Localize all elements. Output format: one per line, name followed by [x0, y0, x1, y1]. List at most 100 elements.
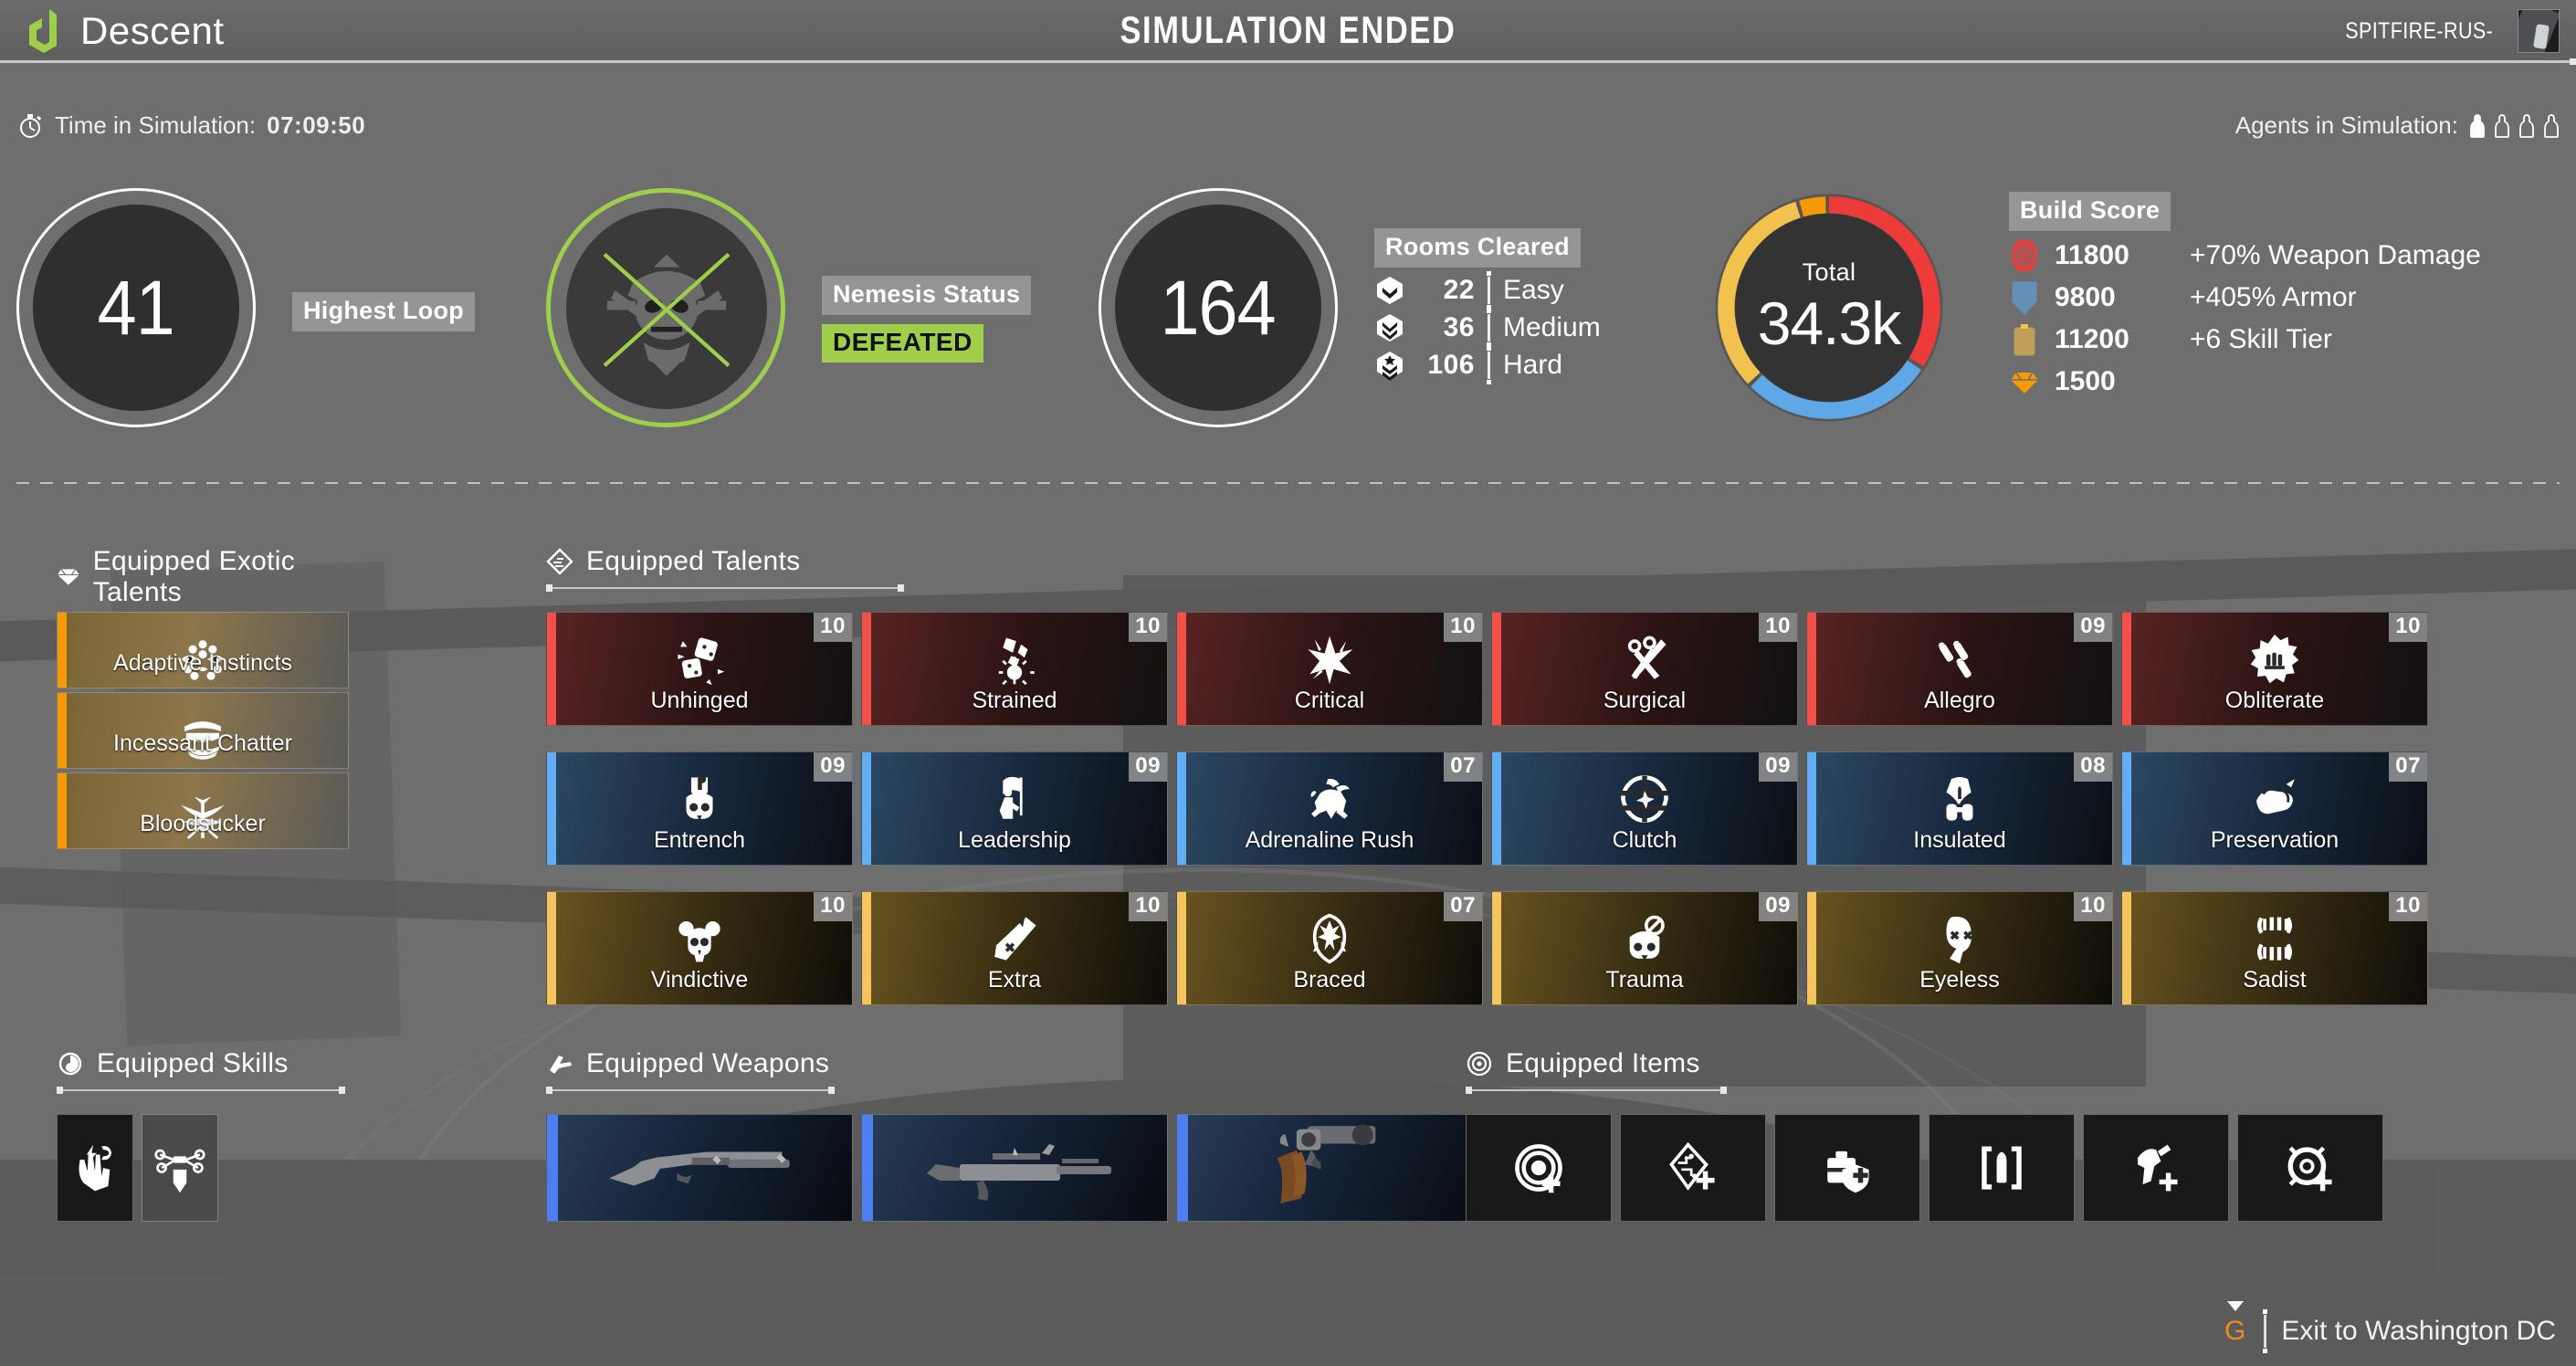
rooms-count: 36 [1443, 312, 1475, 342]
talent-name: Clutch [1612, 827, 1677, 853]
talent-name: Critical [1294, 688, 1365, 713]
weapon-slot[interactable] [861, 1114, 1168, 1222]
rooms-difficulty: Hard [1503, 350, 1563, 380]
talent-card[interactable]: 10 Unhinged [546, 612, 853, 726]
talent-name: Insulated [1913, 827, 2006, 853]
items-title: Equipped Items [1506, 1048, 1700, 1078]
talent-name: Preservation [2210, 827, 2339, 853]
rooms-cleared-block: Rooms Cleared 22 Easy 36 Medium 106 Hard [1374, 228, 1601, 384]
talent-card[interactable]: 09 Allegro [1806, 612, 2113, 726]
exit-prompt[interactable]: G Exit to Washington DC [2221, 1301, 2556, 1353]
time-label: Time in Simulation: [55, 111, 257, 139]
talent-card[interactable]: 10 Critical [1176, 612, 1483, 726]
weapon-rarity-bar [547, 1115, 558, 1221]
time-in-simulation: Time in Simulation: 07:09:50 [16, 111, 365, 140]
exotic-talent-name: Adaptive Instincts [113, 650, 292, 676]
talent-card[interactable]: 10 Obliterate [2121, 612, 2428, 726]
rooms-cleared-total: 164 [1160, 264, 1277, 351]
shotgun-icon [585, 1135, 814, 1201]
talent-card[interactable]: 09 Entrench [546, 751, 853, 866]
difficulty-tier-icon [1374, 350, 1405, 381]
talent-card[interactable]: 07 Braced [1176, 891, 1483, 1005]
flexed-arm-icon [2122, 772, 2427, 825]
build-score-bonus: +6 Skill Tier [2190, 324, 2332, 354]
avatar [2518, 9, 2560, 53]
agent-icon-group [2469, 113, 2560, 138]
talent-card[interactable]: 09 Leadership [861, 751, 1168, 866]
rooms-breakdown-row: 22 Easy [1374, 271, 1601, 310]
exotic-talent-card[interactable]: Adaptive Instincts [57, 612, 349, 688]
build-score-value: 11800 [2055, 240, 2129, 270]
build-score-label: Build Score [2009, 192, 2171, 231]
talent-card[interactable]: 09 Trauma [1491, 891, 1798, 1005]
skill-slot[interactable] [57, 1114, 133, 1222]
build-score-total-label: Total [1802, 257, 1856, 286]
rooms-breakdown-row: 36 Medium [1374, 309, 1601, 347]
skill-chip-plus-icon [1667, 1141, 1719, 1194]
talent-card[interactable]: 10 Eyeless [1806, 891, 2113, 1005]
item-slot[interactable] [1774, 1114, 1920, 1222]
subheader-bar: Time in Simulation: 07:09:50 Agents in S… [0, 111, 2576, 142]
talent-name: Sadist [2243, 967, 2307, 993]
talent-card[interactable]: 08 Insulated [1806, 751, 2113, 866]
exotic-talent-card[interactable]: Incessant Chatter [57, 692, 349, 769]
talent-name: Entrench [653, 827, 746, 853]
header-brand: Descent [26, 9, 225, 53]
talent-name: Adrenaline Rush [1245, 827, 1414, 853]
talent-name: Trauma [1605, 967, 1684, 993]
app-title: Descent [80, 9, 225, 52]
bandage-icon [862, 912, 1167, 965]
skill-slot[interactable] [142, 1114, 218, 1222]
build-score-value: 1500 [2055, 366, 2116, 396]
dice-icon [547, 633, 852, 686]
header-divider [0, 58, 2576, 65]
target-plus-icon [1512, 1141, 1565, 1194]
talent-card[interactable]: 10 Surgical [1491, 612, 1798, 726]
revolver-icon [1261, 1115, 1398, 1221]
weapon-damage-icon [2009, 238, 2040, 273]
talent-card[interactable]: 10 Sadist [2121, 891, 2428, 1005]
talent-name: Surgical [1603, 688, 1687, 713]
talent-card[interactable]: 07 Preservation [2121, 751, 2428, 866]
talents-title: Equipped Talents [586, 546, 801, 576]
jaws-icon [2122, 912, 2427, 965]
rooms-difficulty: Medium [1503, 312, 1601, 342]
highest-loop-chip-wrap: Highest Loop [292, 292, 476, 331]
difficulty-tier-icon [1374, 275, 1405, 306]
talent-diamond-icon [546, 548, 573, 575]
item-slot[interactable] [1466, 1114, 1612, 1222]
item-slot[interactable] [1620, 1114, 1766, 1222]
exotic-talent-card[interactable]: Bloodsucker [57, 772, 349, 849]
eagle-icon [1177, 912, 1482, 965]
exit-key[interactable]: G [2221, 1301, 2249, 1347]
talent-card[interactable]: 10 Strained [861, 612, 1168, 726]
exotic-talent-name: Incessant Chatter [113, 730, 292, 756]
talents-header: Equipped Talents [546, 546, 930, 592]
talent-name: Obliterate [2224, 688, 2325, 713]
exotic-talents-title: Equipped Exotic Talents [92, 546, 296, 607]
weapon-icon [550, 1056, 572, 1074]
exotic-talents-header: Equipped Exotic Talents [57, 546, 349, 623]
build-score-donut: Total 34.3k [1709, 188, 1949, 427]
talent-name: Eyeless [1919, 967, 2000, 993]
talent-name: Extra [987, 967, 1042, 993]
weapon-slot[interactable] [1176, 1114, 1483, 1222]
exotic-talent-name: Bloodsucker [140, 811, 266, 836]
bull-icon [1177, 772, 1482, 825]
talent-card[interactable]: 10 Extra [861, 891, 1168, 1005]
build-score-center: Total 34.3k [1735, 214, 1923, 402]
talent-card[interactable]: 10 Vindictive [546, 891, 853, 1005]
item-slot[interactable] [2237, 1114, 2383, 1222]
item-slot[interactable] [2083, 1114, 2229, 1222]
weapon-slot[interactable] [546, 1114, 853, 1222]
username-label: SPITFIRE-RUS- [2344, 17, 2493, 44]
talent-card[interactable]: 07 Adrenaline Rush [1176, 751, 1483, 866]
nemesis-skull-icon [603, 252, 731, 376]
weapons-header: Equipped Weapons [546, 1048, 847, 1094]
talent-card[interactable]: 09 Clutch [1491, 751, 1798, 866]
talent-name: Strained [972, 688, 1057, 713]
item-slot[interactable] [1929, 1114, 2075, 1222]
build-score-legend: Build Score 11800 +70% Weapon Damage 9800 +… [2009, 192, 2481, 399]
rooms-cleared-disc: 164 [1115, 205, 1321, 411]
skull-bleed-icon [1492, 912, 1797, 965]
